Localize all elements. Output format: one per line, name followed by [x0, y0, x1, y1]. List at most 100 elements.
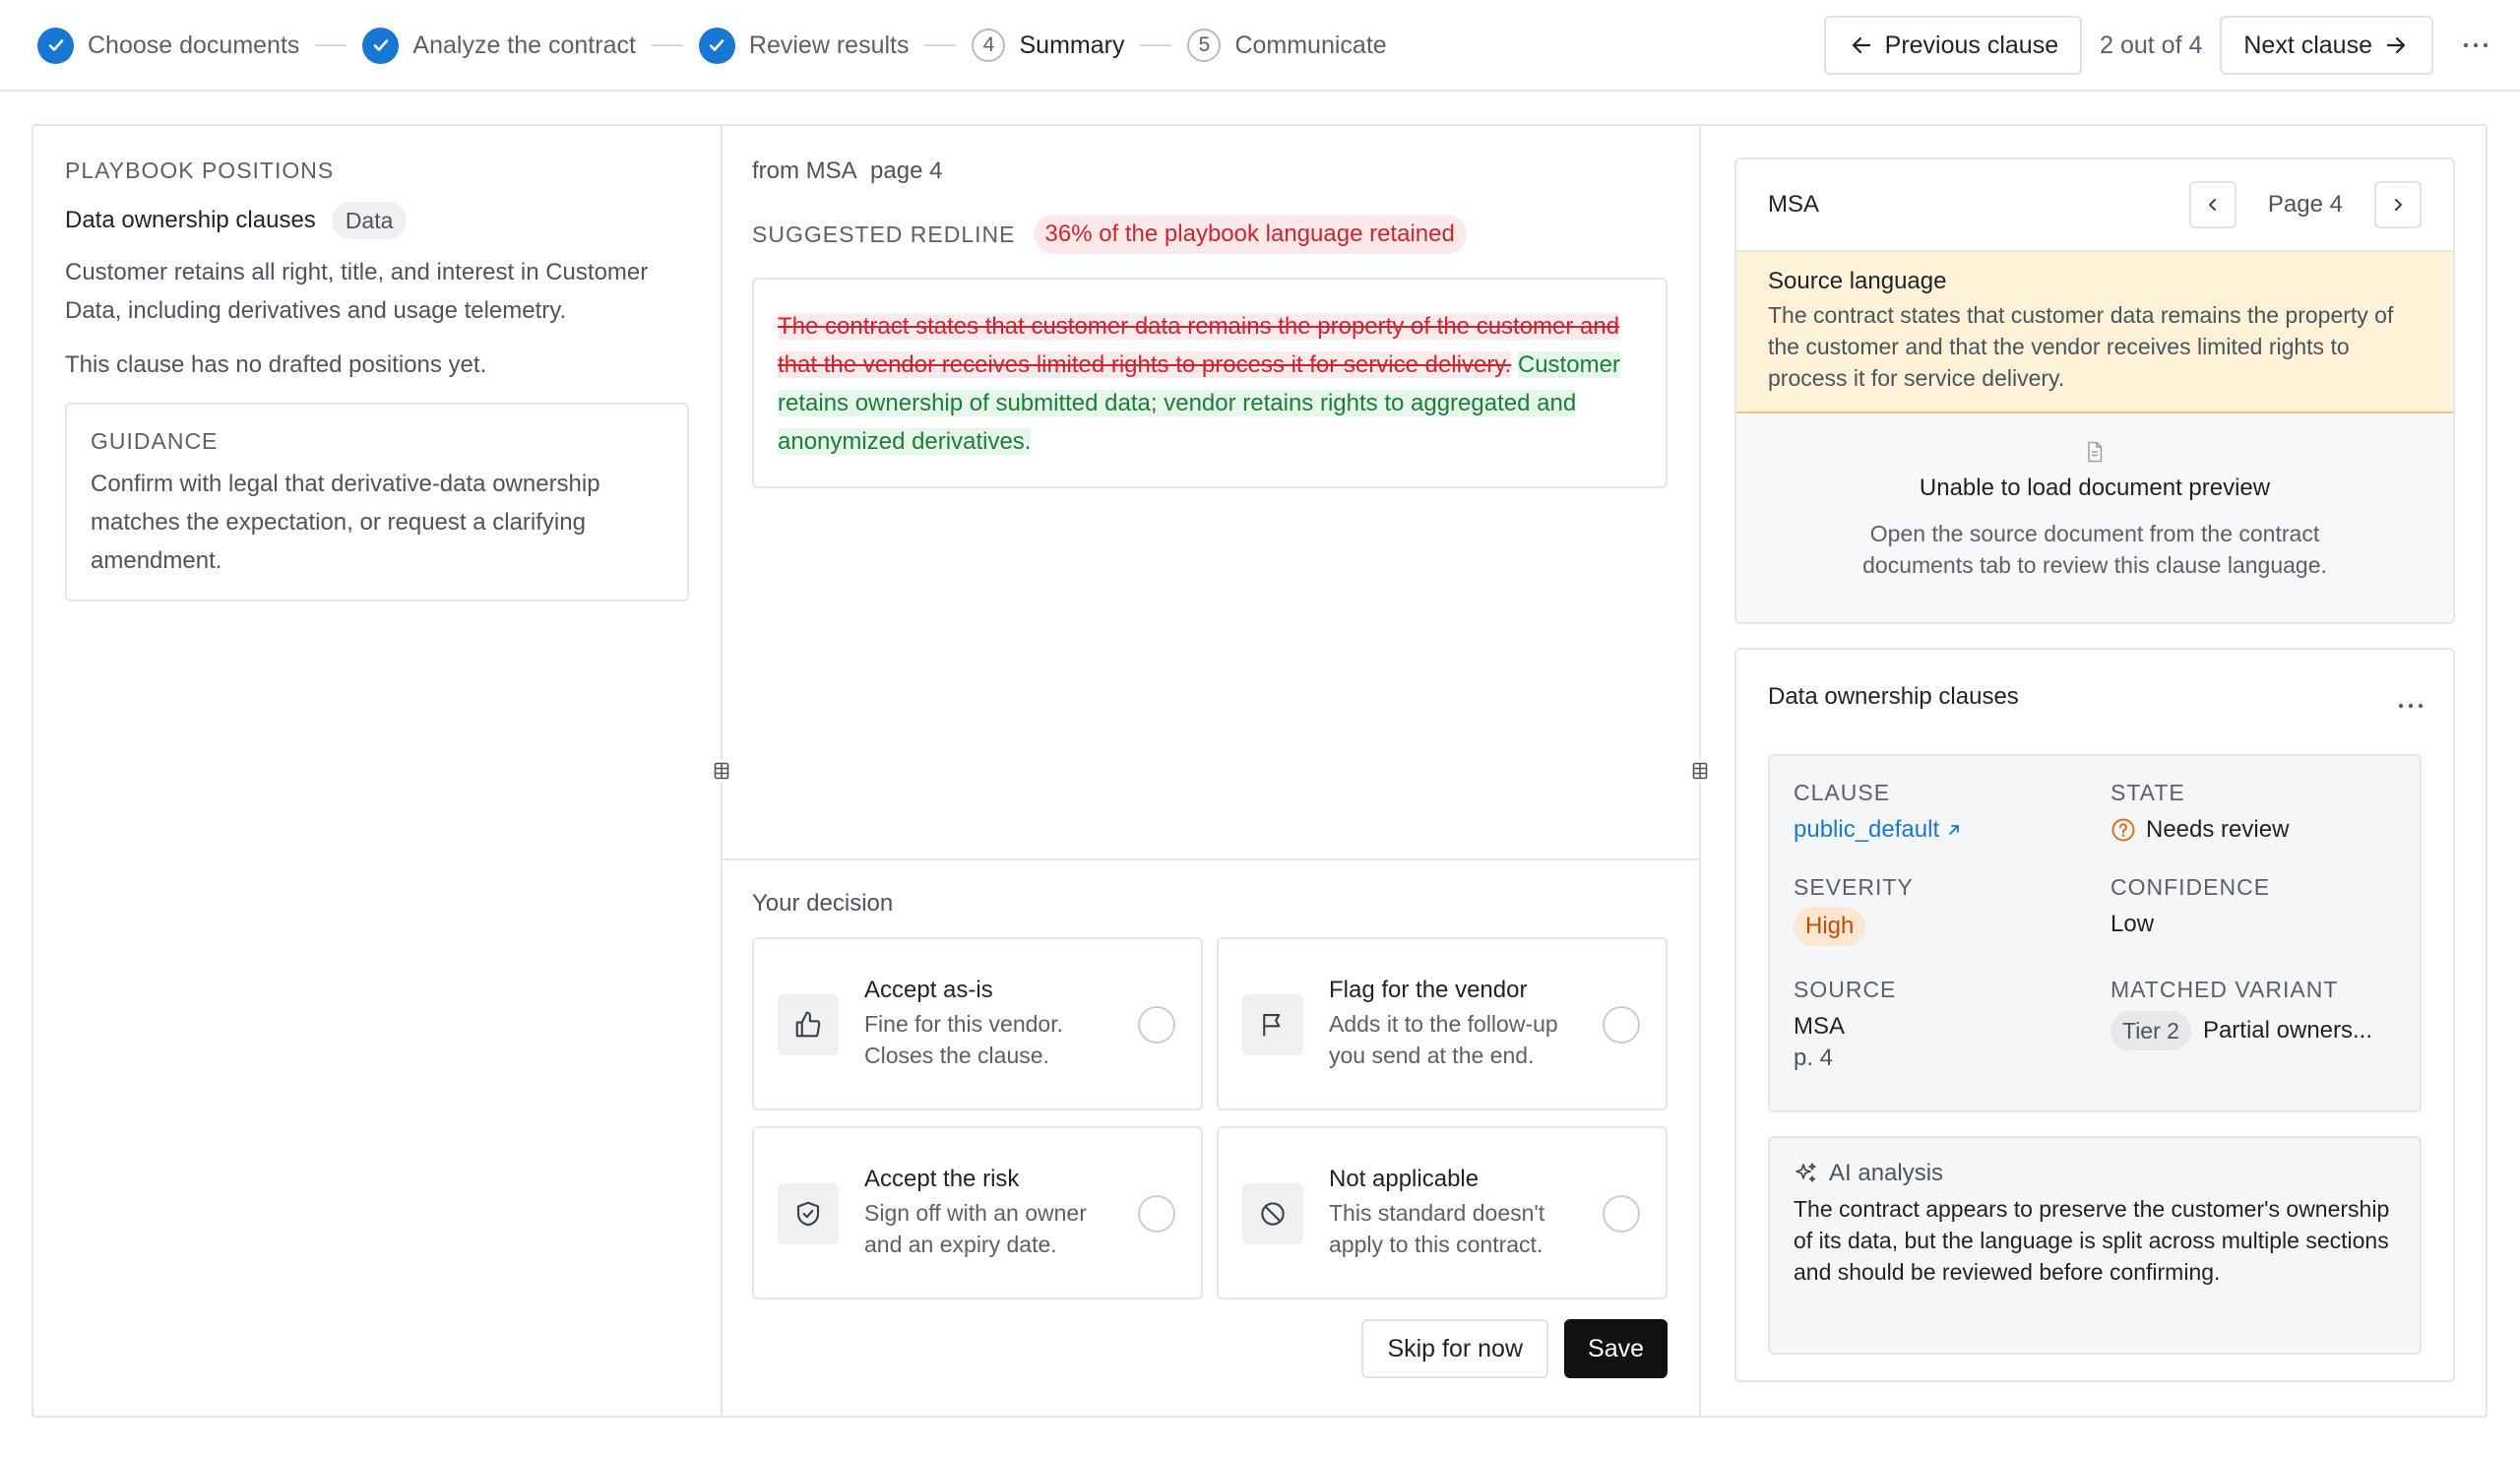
preview-error-title: Unable to load document preview: [1919, 475, 2271, 501]
fact-label: SOURCE: [1794, 977, 1897, 1002]
clause-link[interactable]: public_default: [1794, 814, 1963, 846]
save-button[interactable]: Save: [1564, 1319, 1668, 1378]
guidance-card: GUIDANCE Confirm with legal that derivat…: [65, 403, 689, 602]
retained-badge: 36% of the playbook language retained: [1033, 215, 1467, 254]
sparkles-icon: [1796, 1163, 1816, 1182]
resize-handle-icon[interactable]: [713, 760, 730, 782]
playbook-clause-row: Data ownership clauses Data: [65, 202, 689, 239]
step-separator: [1140, 44, 1172, 46]
option-title: Accept the risk: [864, 1166, 1020, 1192]
step-separator: [924, 44, 957, 46]
redline-source-page: page 4: [870, 158, 943, 184]
next-clause-label: Next clause: [2243, 31, 2372, 59]
option-description: Sign off with an owner and an expiry dat…: [864, 1200, 1087, 1257]
step-label: Review results: [748, 31, 910, 59]
previous-clause-button[interactable]: Previous clause: [1823, 16, 2083, 75]
fact-label: SEVERITY: [1794, 874, 1914, 900]
step-number: 4: [972, 29, 1006, 62]
redline-header: SUGGESTED REDLINE 36% of the playbook la…: [752, 215, 1668, 254]
thumbs-up-icon: [778, 994, 839, 1055]
redline-label: SUGGESTED REDLINE: [752, 221, 1016, 247]
next-page-button[interactable]: [2374, 181, 2422, 228]
source-value: MSA: [1794, 1013, 1846, 1040]
fact-state: STATE Needs review: [2110, 780, 2406, 852]
next-clause-button[interactable]: Next clause: [2220, 16, 2433, 75]
step-communicate[interactable]: 5 Communicate: [1187, 29, 1387, 62]
chevron-right-icon: [2395, 199, 2402, 211]
more-options-icon[interactable]: [2461, 31, 2490, 60]
skip-for-now-button[interactable]: Skip for now: [1361, 1319, 1549, 1378]
ai-analysis-box: AI analysis The contract appears to pres…: [1768, 1136, 2422, 1355]
clause-navigation: Previous clause 2 out of 4 Next clause: [1823, 16, 2490, 75]
decision-divider: [723, 858, 1701, 860]
option-radio[interactable]: [1138, 1195, 1175, 1233]
redline-source: from MSA page 4: [752, 158, 1668, 185]
playbook-pane: PLAYBOOK POSITIONS Data ownership clause…: [65, 158, 689, 602]
fact-source: SOURCE MSA p. 4: [1794, 977, 2089, 1074]
clause-counter: 2 out of 4: [2100, 31, 2203, 59]
file-icon: [2088, 441, 2103, 463]
redline-pane: from MSA page 4 SUGGESTED REDLINE 36% of…: [752, 158, 1668, 488]
state-value: Needs review: [2146, 816, 2290, 843]
guidance-title: GUIDANCE: [91, 428, 219, 454]
resize-handle-icon[interactable]: [1691, 760, 1709, 782]
severity-badge: High: [1794, 907, 1866, 946]
step-label: Communicate: [1234, 31, 1387, 59]
fact-label: STATE: [2110, 780, 2185, 805]
arrow-right-icon: [2386, 36, 2406, 54]
option-accept-as-is[interactable]: Accept as-is Fine for this vendor. Close…: [752, 937, 1203, 1110]
ai-analysis-title: AI analysis: [1829, 1160, 1944, 1186]
option-not-applicable[interactable]: Not applicable This standard doesn't app…: [1217, 1126, 1668, 1299]
option-title: Accept as-is: [864, 977, 993, 1003]
arrow-left-icon: [1852, 36, 1870, 54]
page-label: Page 4: [2267, 191, 2343, 218]
shield-check-icon: [778, 1183, 839, 1244]
option-description: Adds it to the follow-up you send at the…: [1329, 1011, 1558, 1068]
check-circle-icon: [37, 27, 74, 64]
top-bar: Choose documents Analyze the contract Re…: [0, 0, 2520, 92]
page-pager: Page 4: [2188, 181, 2422, 228]
source-language-title: Source language: [1768, 268, 1947, 294]
fact-matched-variant: MATCHED VARIANT Tier 2 Partial owners...: [2110, 977, 2406, 1050]
fact-severity: SEVERITY High: [1794, 874, 2089, 946]
more-options-icon[interactable]: [2398, 689, 2424, 717]
no-positions-note: This clause has no drafted positions yet…: [65, 351, 487, 378]
option-radio[interactable]: [1603, 1006, 1640, 1044]
option-radio[interactable]: [1603, 1195, 1640, 1233]
option-flag-vendor[interactable]: Flag for the vendor Adds it to the follo…: [1217, 937, 1668, 1110]
previous-page-button[interactable]: [2188, 181, 2236, 228]
clause-link-text: public_default: [1794, 816, 1940, 843]
step-separator: [651, 44, 683, 46]
source-language-text: The contract states that customer data r…: [1768, 302, 2394, 391]
fact-confidence: CONFIDENCE Low: [2110, 874, 2406, 940]
playbook-section-title: PLAYBOOK POSITIONS: [65, 158, 335, 183]
step-choose-documents[interactable]: Choose documents: [37, 27, 300, 64]
step-label: Choose documents: [88, 31, 300, 59]
document-header: MSA Page 4: [1736, 159, 2453, 250]
option-accept-risk[interactable]: Accept the risk Sign off with an owner a…: [752, 1126, 1203, 1299]
redline-box: The contract states that customer data r…: [752, 278, 1668, 488]
option-title: Flag for the vendor: [1329, 977, 1528, 1003]
step-analyze-contract[interactable]: Analyze the contract: [362, 27, 636, 64]
external-link-icon: [1949, 825, 1960, 835]
question-circle-icon: [2111, 818, 2135, 842]
clause-facts: CLAUSE public_default STATE Needs review…: [1768, 754, 2422, 1112]
option-description: This standard doesn't apply to this cont…: [1329, 1200, 1545, 1257]
preview-error-text: Open the source document from the contra…: [1862, 521, 2327, 578]
step-review-results[interactable]: Review results: [698, 27, 910, 64]
source-page: p. 4: [1794, 1045, 1834, 1071]
fact-label: CLAUSE: [1794, 780, 1891, 805]
redline-source-doc: from MSA: [752, 158, 857, 184]
step-number: 5: [1187, 29, 1222, 62]
confidence-value: Low: [2110, 911, 2155, 937]
decision-section: Your decision Accept as-is Fine for this…: [752, 890, 1668, 1378]
step-label: Analyze the contract: [412, 31, 636, 59]
option-radio[interactable]: [1138, 1006, 1175, 1044]
playbook-position-text: Customer retains all right, title, and i…: [65, 259, 649, 324]
ai-analysis-text: The contract appears to preserve the cus…: [1794, 1196, 2390, 1285]
step-summary[interactable]: 4 Summary: [972, 29, 1124, 62]
deleted-text: The contract states that customer data r…: [778, 313, 1620, 378]
stepper: Choose documents Analyze the contract Re…: [37, 24, 1387, 67]
guidance-text: Confirm with legal that derivative-data …: [91, 471, 600, 574]
check-circle-icon: [698, 27, 735, 64]
